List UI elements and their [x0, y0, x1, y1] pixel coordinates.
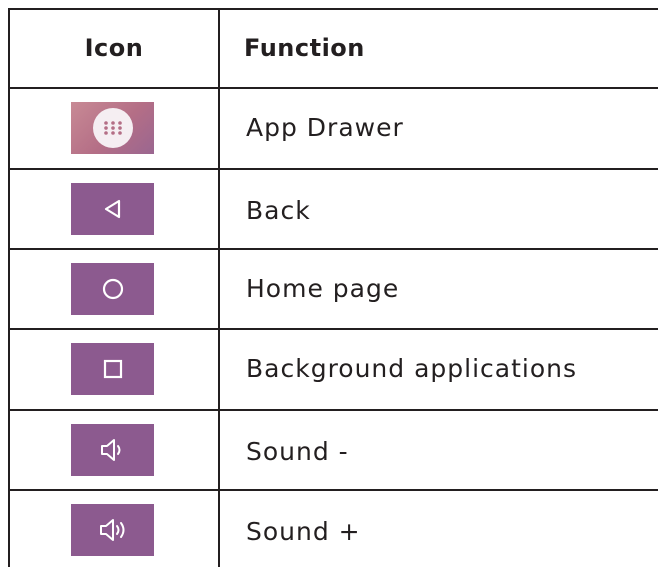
function-label: App Drawer — [246, 113, 404, 142]
function-label: Back — [246, 196, 311, 225]
app-drawer-icon — [71, 102, 154, 154]
column-header-function: Function — [244, 33, 365, 62]
table-row: Home page — [8, 250, 658, 328]
grid-dots-icon — [103, 121, 122, 135]
function-label: Home page — [246, 274, 400, 303]
table-row: Back — [8, 170, 658, 248]
recent-apps-icon — [71, 343, 154, 395]
back-icon — [71, 183, 154, 235]
function-table: Icon Function App Drawer Back Home page … — [8, 8, 658, 567]
table-row: Sound + — [8, 491, 658, 567]
home-icon — [71, 263, 154, 315]
function-label: Background applications — [246, 354, 578, 383]
table-row: Background applications — [8, 330, 658, 409]
volume-down-icon — [71, 424, 154, 476]
volume-up-icon — [71, 504, 154, 556]
table-row: App Drawer — [8, 89, 658, 168]
column-header-icon: Icon — [84, 33, 144, 62]
function-label: Sound - — [246, 437, 349, 466]
function-label: Sound + — [246, 517, 361, 546]
table-row: Sound - — [8, 411, 658, 489]
